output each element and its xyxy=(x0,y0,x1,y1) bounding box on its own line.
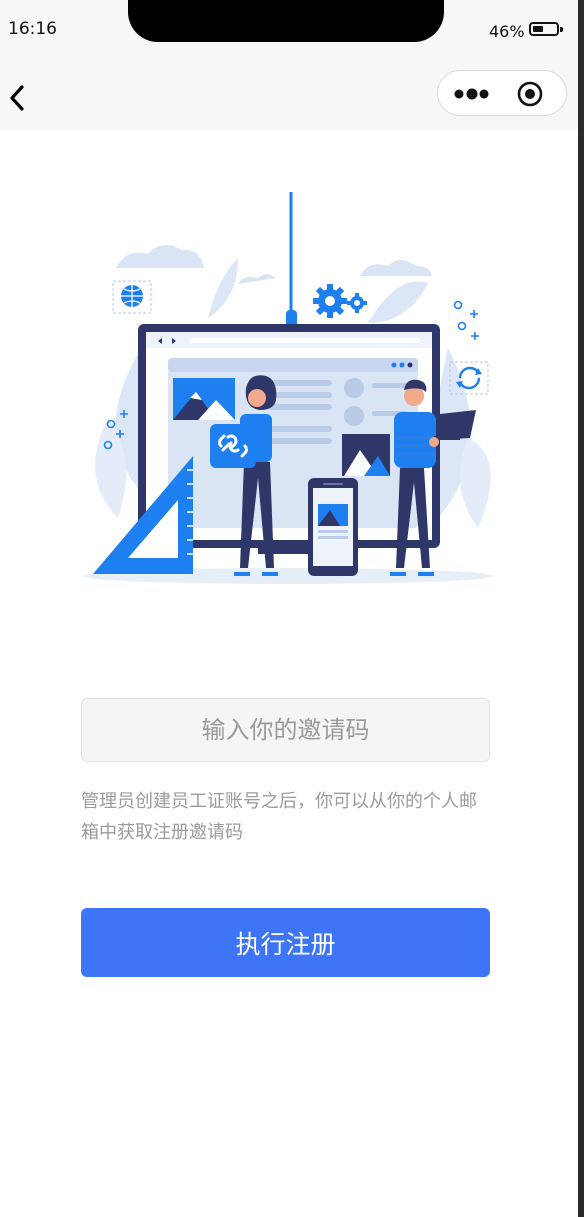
target-circle-icon xyxy=(517,81,543,107)
chevron-left-icon xyxy=(10,85,24,111)
battery-level-fill xyxy=(533,26,543,32)
invite-code-input[interactable] xyxy=(81,698,490,762)
more-dots-icon xyxy=(454,88,489,100)
back-button[interactable] xyxy=(4,80,34,116)
mini-program-capsule xyxy=(437,70,567,116)
screen-edge xyxy=(578,0,584,1217)
battery-percent: 46% xyxy=(489,22,525,41)
navigation-bar xyxy=(0,60,578,130)
battery-icon xyxy=(529,22,563,36)
phone-screen: 16:16 46% 输入你的邀请码 管理员创建员工证账号之后，你可以从你的个人邮… xyxy=(0,0,578,1217)
invite-code-hint: 管理员创建员工证账号之后，你可以从你的个人邮箱中获取注册邀请码 xyxy=(81,791,477,843)
more-button[interactable] xyxy=(438,71,502,115)
register-button[interactable]: 执行注册 xyxy=(81,908,490,977)
status-bar: 16:16 46% xyxy=(0,0,578,60)
status-time: 16:16 xyxy=(8,19,57,39)
screen-notch xyxy=(128,0,444,42)
registration-illustration xyxy=(78,188,498,588)
close-mini-program-button[interactable] xyxy=(516,80,544,108)
